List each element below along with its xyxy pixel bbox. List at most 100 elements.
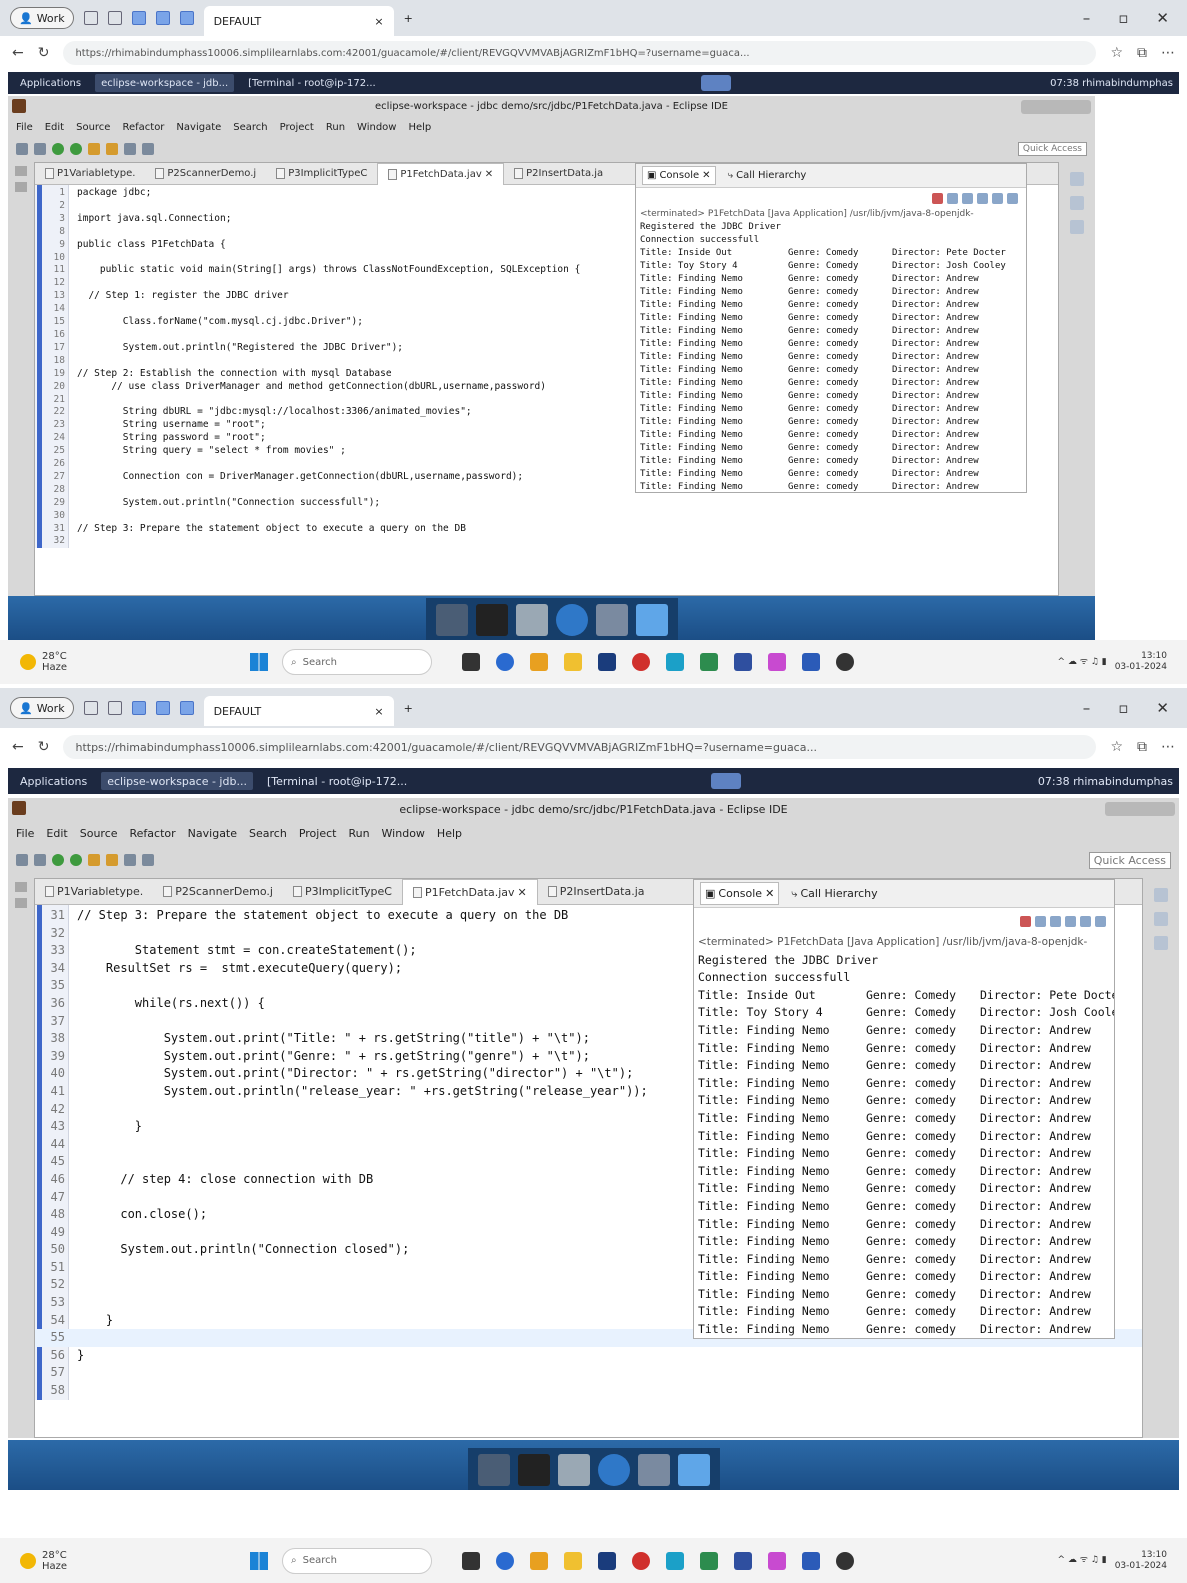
code-text[interactable] [69, 458, 77, 471]
menu-search[interactable]: Search [233, 122, 267, 133]
code-text[interactable] [69, 510, 77, 523]
open-console-icon[interactable] [1095, 915, 1106, 927]
code-text[interactable]: } [69, 1347, 84, 1365]
scroll-lock-icon[interactable] [1065, 915, 1076, 927]
window-buttons[interactable] [1105, 802, 1175, 816]
code-text[interactable] [69, 1153, 77, 1171]
profile-button[interactable]: 👤 Work [10, 7, 74, 29]
code-text[interactable]: Class.forName("com.mysql.cj.jdbc.Driver"… [69, 316, 363, 329]
tab-icon[interactable] [155, 701, 170, 715]
clear-console-icon[interactable] [1050, 915, 1061, 927]
code-text[interactable]: con.close(); [69, 1206, 207, 1224]
code-text[interactable]: while(rs.next()) { [69, 995, 265, 1013]
code-text[interactable]: System.out.println("Registered the JDBC … [69, 342, 403, 355]
terminal-icon[interactable] [517, 1454, 550, 1486]
workspace-icon[interactable] [700, 75, 731, 91]
maximize-icon[interactable]: ▫ [1118, 9, 1128, 27]
quick-access-field[interactable]: Quick Access [1017, 142, 1087, 156]
code-line[interactable]: 58 [35, 1382, 1142, 1400]
app-icon[interactable] [462, 653, 480, 671]
terminal-task[interactable]: [Terminal - root@ip-172... [242, 74, 382, 92]
menu-help[interactable]: Help [408, 122, 431, 133]
task-list-icon[interactable] [1154, 912, 1168, 926]
taskbar-search[interactable]: ⌕ Search [282, 649, 432, 675]
scroll-lock-icon[interactable] [977, 192, 988, 204]
url-field[interactable]: https://rhimabindumphass10006.simplilear… [63, 41, 1097, 65]
code-text[interactable] [69, 1224, 77, 1242]
code-text[interactable]: System.out.print("Genre: " + rs.getStrin… [69, 1048, 590, 1066]
java-editor[interactable]: P1Variabletype. P2ScannerDemo.j P3Implic… [34, 162, 1059, 596]
terminate-icon[interactable] [932, 192, 943, 204]
menu-edit[interactable]: Edit [45, 122, 64, 133]
pin-console-icon[interactable] [1080, 915, 1091, 927]
tab-p2scannerdemo[interactable]: P2ScannerDemo.j [153, 879, 283, 905]
code-text[interactable] [69, 1189, 77, 1207]
back-icon[interactable]: ← [12, 45, 24, 61]
code-text[interactable]: Connection con = DriverManager.getConnec… [69, 471, 523, 484]
code-line[interactable]: 31 // Step 3: Prepare the statement objec… [35, 523, 1058, 536]
new-package-icon[interactable] [88, 854, 100, 866]
menu-project[interactable]: Project [280, 122, 314, 133]
code-line[interactable]: 29 System.out.println("Connection succes… [35, 497, 1058, 510]
app-icon[interactable] [836, 653, 854, 671]
task-list-icon[interactable] [1070, 196, 1084, 210]
package-explorer-icon[interactable] [15, 182, 27, 192]
tab-icon[interactable] [83, 11, 98, 25]
back-icon[interactable]: ← [12, 739, 24, 755]
maximize-icon[interactable]: ▫ [1118, 699, 1128, 717]
code-line[interactable]: 32 [35, 535, 1058, 548]
code-text[interactable] [69, 1382, 77, 1400]
save-icon[interactable] [34, 143, 46, 155]
new-class-icon[interactable] [106, 143, 118, 155]
code-text[interactable]: // Step 3: Prepare the statement object … [69, 907, 568, 925]
menu-icon[interactable]: ⋯ [1161, 739, 1175, 755]
code-text[interactable] [69, 1101, 77, 1119]
weather-widget[interactable]: 28°C Haze [20, 651, 220, 673]
terminal-icon[interactable] [475, 604, 508, 636]
outline-icon[interactable] [1154, 888, 1168, 902]
tab-icon[interactable] [131, 11, 146, 25]
close-icon[interactable]: × [374, 15, 383, 28]
code-text[interactable]: System.out.print("Title: " + rs.getStrin… [69, 1030, 590, 1048]
browser-globe-icon[interactable] [555, 604, 588, 636]
debug-icon[interactable] [52, 854, 64, 866]
folder-icon[interactable] [635, 604, 668, 636]
app-icon[interactable] [734, 653, 752, 671]
menu-navigate[interactable]: Navigate [176, 122, 221, 133]
folder-icon[interactable] [564, 1551, 582, 1570]
code-text[interactable] [69, 355, 77, 368]
tab-icon[interactable] [83, 701, 98, 715]
app-icon[interactable] [836, 1551, 854, 1570]
app-icon[interactable] [598, 653, 616, 671]
code-text[interactable]: System.out.println("Connection closed"); [69, 1241, 409, 1259]
menu-run[interactable]: Run [348, 827, 369, 840]
app-icon[interactable] [496, 653, 514, 671]
code-text[interactable]: } [69, 1118, 142, 1136]
code-line[interactable]: 30 [35, 510, 1058, 523]
menu-help[interactable]: Help [437, 827, 462, 840]
code-text[interactable] [69, 977, 77, 995]
restore-icon[interactable] [15, 882, 27, 892]
clear-console-icon[interactable] [962, 192, 973, 204]
minimize-icon[interactable]: – [1083, 9, 1091, 27]
app-icon[interactable] [530, 1551, 548, 1570]
code-text[interactable]: package jdbc; [69, 187, 151, 200]
search-icon[interactable] [124, 854, 136, 866]
problems-icon[interactable] [1070, 220, 1084, 234]
close-icon[interactable]: × [374, 705, 383, 718]
new-icon[interactable] [16, 143, 28, 155]
folder-icon[interactable] [564, 653, 582, 671]
tab-p3implicittype[interactable]: P3ImplicitTypeC [266, 163, 377, 185]
pin-console-icon[interactable] [992, 192, 1003, 204]
magnifier-icon[interactable] [637, 1454, 670, 1486]
start-icon[interactable] [250, 653, 268, 671]
tab-p1fetchdata[interactable]: P1FetchData.jav ✕ [377, 163, 505, 185]
word-icon[interactable] [802, 653, 820, 671]
app-icon[interactable] [700, 653, 718, 671]
nav-icon[interactable] [142, 854, 154, 866]
eclipse-task[interactable]: eclipse-workspace - jdb... [101, 772, 253, 790]
terminal-task[interactable]: [Terminal - root@ip-172... [261, 772, 413, 790]
tab-p1variabletype[interactable]: P1Variabletype. [35, 163, 145, 185]
code-text[interactable]: // Step 3: Prepare the statement object … [69, 523, 466, 536]
code-text[interactable]: System.out.print("Director: " + rs.getSt… [69, 1065, 634, 1083]
